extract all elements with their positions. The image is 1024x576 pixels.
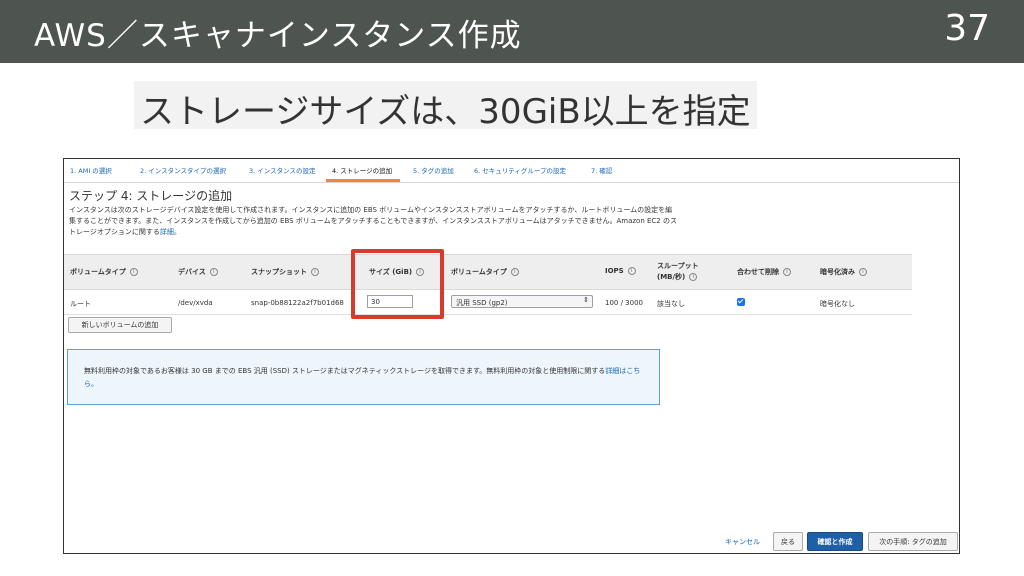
cell-volume-type: ルート xyxy=(70,300,91,308)
tab-add-tags[interactable]: 5. タグの追加 xyxy=(413,165,454,175)
free-tier-info-text: 無料利用枠の対象であるお客様は 30 GB までの EBS 汎用 (SSD) ス… xyxy=(84,367,641,388)
tab-ami-select[interactable]: 1. AMI の選択 xyxy=(70,165,112,175)
cell-encryption: 暗号化なし xyxy=(820,300,855,308)
header-encryption: 暗号化済み i xyxy=(820,267,867,277)
tab-add-storage[interactable]: 4. ストレージの追加 xyxy=(332,165,392,175)
header-snapshot: スナップショット i xyxy=(251,267,319,277)
header-throughput: スループット (MB/秒) i xyxy=(657,262,699,281)
header-volume-kind: ボリュームタイプ i xyxy=(451,267,519,277)
step-description: インスタンスは次のストレージデバイス設定を使用して作成されます。インスタンスに追… xyxy=(69,205,679,238)
slide-title: AWS／スキャナインスタンス作成 xyxy=(34,18,522,54)
info-icon[interactable]: i xyxy=(129,268,138,276)
cell-iops: 100 / 3000 xyxy=(605,299,643,307)
header-delete-on-termination: 合わせて削除 i xyxy=(737,267,791,277)
free-tier-info-box: 無料利用枠の対象であるお客様は 30 GB までの EBS 汎用 (SSD) ス… xyxy=(67,349,660,405)
info-icon[interactable]: i xyxy=(627,267,636,275)
tab-instance-config[interactable]: 3. インスタンスの設定 xyxy=(249,165,316,175)
storage-options-link[interactable]: 詳細。 xyxy=(160,228,181,236)
delete-on-termination-checkbox[interactable] xyxy=(737,298,745,306)
tab-instance-type[interactable]: 2. インスタンスタイプの選択 xyxy=(140,165,226,175)
active-tab-indicator xyxy=(326,179,400,182)
chevron-updown-icon: ⇕ xyxy=(583,296,589,304)
slide-number: 37 xyxy=(944,8,990,49)
table-header-row: ボリュームタイプ i デバイス i スナップショット i サイズ (GiB) i ボリュ… xyxy=(64,254,912,290)
cell-throughput: 該当なし xyxy=(657,300,685,308)
aws-console-screenshot: 1. AMI の選択 2. インスタンスタイプの選択 3. インスタンスの設定 … xyxy=(63,158,960,554)
step-title: ステップ 4: ストレージの追加 xyxy=(69,189,233,203)
volume-type-selected: 汎用 SSD (gp2) xyxy=(456,299,508,307)
slide-subtitle: ストレージサイズは、30GiB以上を指定 xyxy=(134,81,757,132)
cell-device: /dev/xvda xyxy=(178,299,213,307)
header-volume-type: ボリュームタイプ i xyxy=(70,267,138,277)
slide-header: AWS／スキャナインスタンス作成 37 xyxy=(0,0,1024,63)
header-device: デバイス i xyxy=(178,267,218,277)
tab-security-group[interactable]: 6. セキュリティグループの設定 xyxy=(474,165,566,175)
info-icon[interactable]: i xyxy=(311,268,319,276)
wizard-tabs: 1. AMI の選択 2. インスタンスタイプの選択 3. インスタンスの設定 … xyxy=(64,159,959,183)
size-highlight-box xyxy=(351,249,444,319)
cancel-link[interactable]: キャンセル xyxy=(725,537,760,547)
volume-type-select[interactable]: 汎用 SSD (gp2) ⇕ xyxy=(451,295,593,308)
back-button[interactable]: 戻る xyxy=(773,532,803,551)
info-icon[interactable]: i xyxy=(209,268,218,276)
review-and-launch-button[interactable]: 確認と作成 xyxy=(807,532,863,551)
next-add-tags-button[interactable]: 次の手順: タグの追加 xyxy=(868,532,958,551)
table-row: ルート /dev/xvda snap-0b88122a2f7b01d68 汎用 … xyxy=(64,290,912,315)
header-iops: IOPS i xyxy=(605,267,636,275)
info-icon[interactable]: i xyxy=(859,268,867,276)
info-icon[interactable]: i xyxy=(689,273,698,281)
tab-review[interactable]: 7. 確認 xyxy=(591,165,612,175)
info-icon[interactable]: i xyxy=(783,268,791,276)
cell-snapshot: snap-0b88122a2f7b01d68 xyxy=(251,299,344,307)
info-icon[interactable]: i xyxy=(510,268,519,276)
add-volume-button[interactable]: 新しいボリュームの追加 xyxy=(68,317,172,333)
wizard-footer: キャンセル 戻る 確認と作成 次の手順: タグの追加 xyxy=(64,529,959,553)
